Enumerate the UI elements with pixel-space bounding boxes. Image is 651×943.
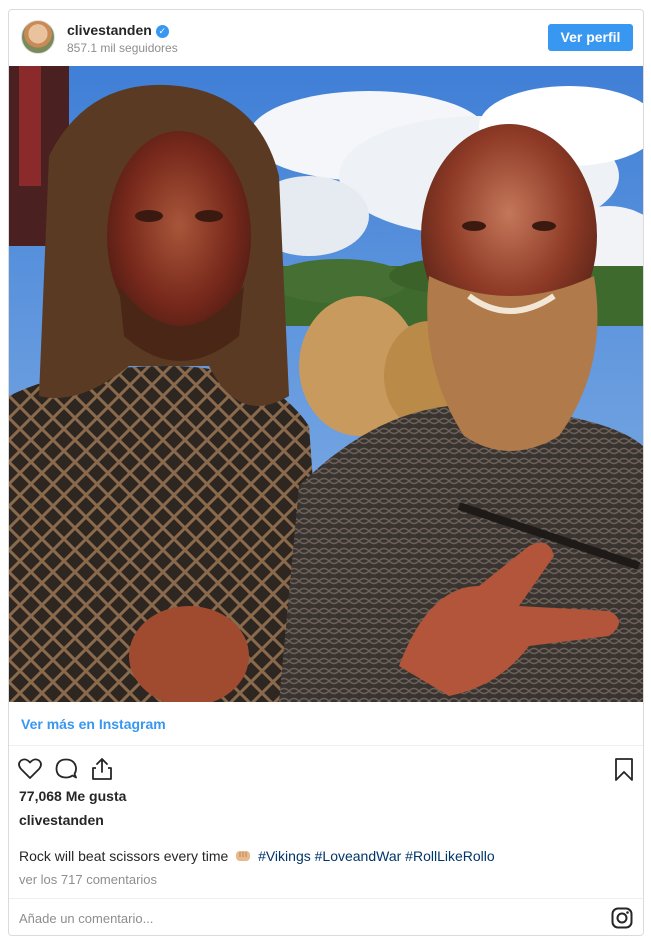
fist-emoji-icon xyxy=(236,851,251,861)
hashtag-loveandwar[interactable]: #LoveandWar xyxy=(315,848,402,864)
post-photo[interactable] xyxy=(9,66,643,702)
comment-icon[interactable] xyxy=(53,756,79,782)
follower-count: 857.1 mil seguidores xyxy=(67,41,178,55)
like-count[interactable]: 77,068 Me gusta xyxy=(19,788,126,804)
instagram-logo-icon[interactable] xyxy=(611,907,633,929)
verified-badge-icon: ✓ xyxy=(155,25,169,38)
username-text[interactable]: clivestanden xyxy=(67,22,152,38)
share-icon[interactable] xyxy=(89,756,115,782)
avatar[interactable] xyxy=(21,20,55,54)
comment-input[interactable] xyxy=(19,911,579,926)
hashtag-rolllikerollo[interactable]: #RollLikeRollo xyxy=(405,848,495,864)
view-more-on-instagram-link[interactable]: Ver más en Instagram xyxy=(21,716,166,732)
bookmark-icon[interactable] xyxy=(611,756,637,782)
comment-bar xyxy=(9,898,643,935)
username-link[interactable]: clivestanden ✓ xyxy=(67,22,169,38)
view-all-comments-link[interactable]: ver los 717 comentarios xyxy=(19,872,157,887)
post-owner-username[interactable]: clivestanden xyxy=(19,812,104,828)
post-caption: Rock will beat scissors every time #Viki… xyxy=(19,848,495,864)
heart-icon[interactable] xyxy=(17,756,43,782)
view-profile-button[interactable]: Ver perfil xyxy=(548,24,633,51)
hashtag-vikings[interactable]: #Vikings xyxy=(258,848,311,864)
post-photo-image[interactable] xyxy=(9,66,643,702)
caption-text: Rock will beat scissors every time xyxy=(19,848,229,864)
post-header: clivestanden ✓ 857.1 mil seguidores Ver p… xyxy=(9,10,643,66)
action-bar xyxy=(9,750,643,786)
instagram-embed-card: clivestanden ✓ 857.1 mil seguidores Ver p… xyxy=(8,9,644,936)
view-more-section: Ver más en Instagram xyxy=(9,702,643,746)
